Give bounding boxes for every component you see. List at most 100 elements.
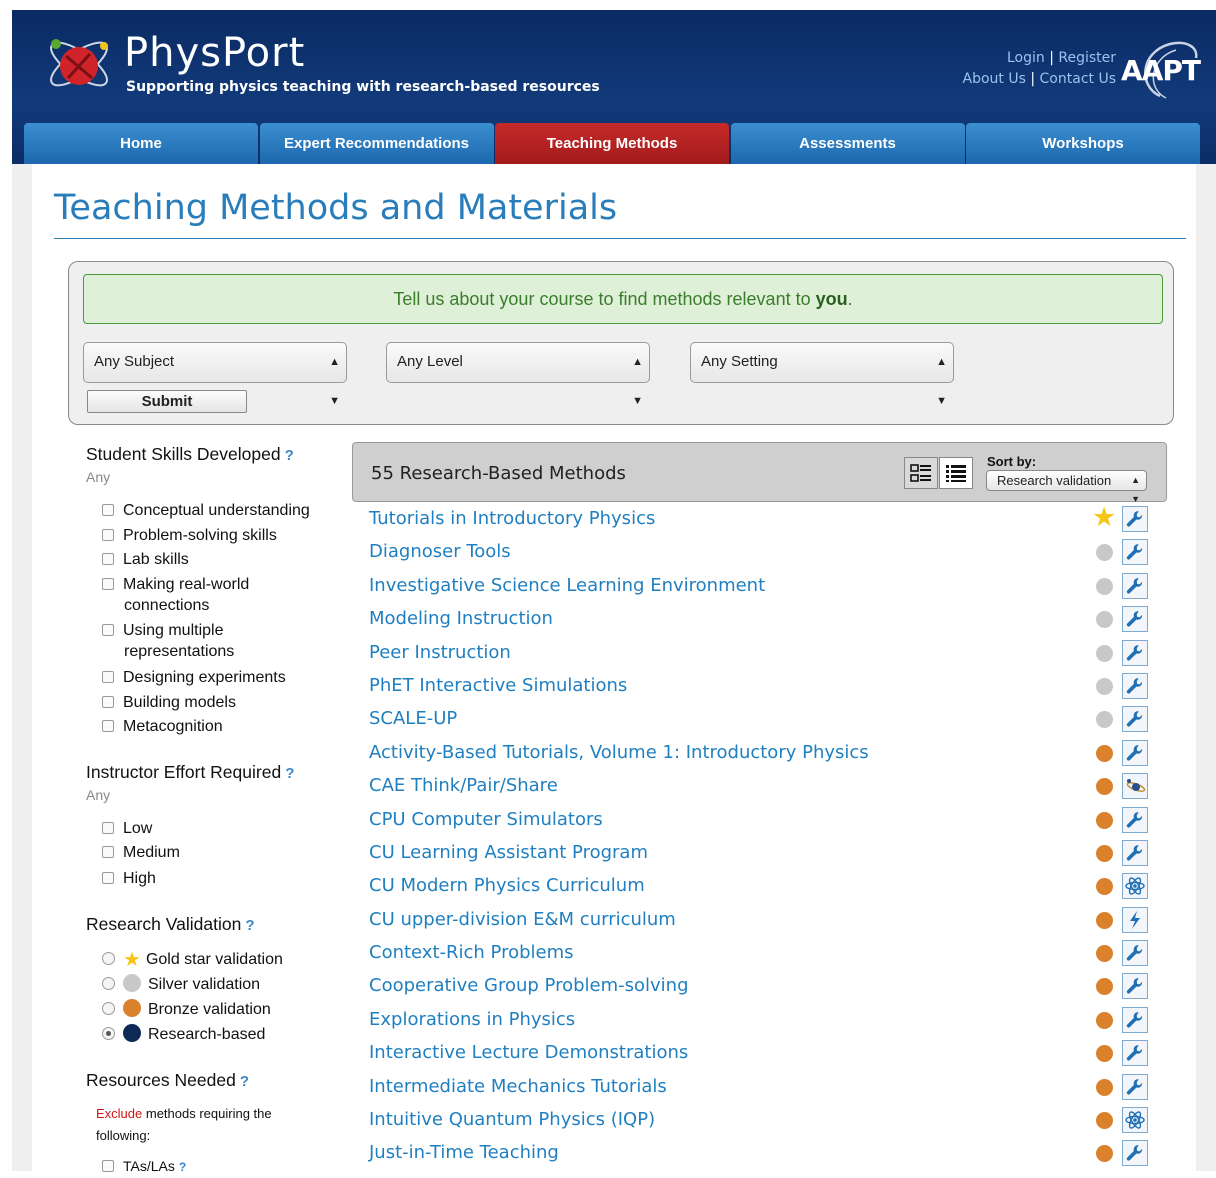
aapt-logo[interactable]: AAPT xyxy=(1121,54,1201,87)
method-list: Tutorials in Introductory Physics ★ Diagno… xyxy=(369,503,1159,1171)
list-view-button[interactable] xyxy=(939,457,973,489)
checkbox[interactable] xyxy=(102,553,114,565)
wrench-icon[interactable] xyxy=(1122,940,1148,967)
method-title-link[interactable]: Intuitive Quantum Physics (IQP) xyxy=(369,1109,655,1130)
checkbox[interactable] xyxy=(102,720,114,732)
wrench-icon[interactable] xyxy=(1122,572,1148,599)
detail-view-button[interactable] xyxy=(904,457,938,489)
validation-option[interactable]: ★ Gold star validation xyxy=(102,949,283,970)
radio-button[interactable] xyxy=(102,977,115,990)
help-icon[interactable]: ? xyxy=(245,917,254,934)
checkbox[interactable] xyxy=(102,671,114,683)
wrench-icon[interactable] xyxy=(1122,606,1148,633)
radio-button[interactable] xyxy=(102,1002,115,1015)
radio-button[interactable] xyxy=(102,952,115,965)
method-title-link[interactable]: CU Modern Physics Curriculum xyxy=(369,875,645,896)
nav-tab-workshops[interactable]: Workshops xyxy=(966,123,1200,164)
resource-option[interactable]: TAs/LAs? xyxy=(102,1156,186,1178)
validation-option[interactable]: Research-based xyxy=(102,1024,265,1045)
method-title-link[interactable]: Activity-Based Tutorials, Volume 1: Intr… xyxy=(369,742,869,763)
nav-tab-teaching-methods[interactable]: Teaching Methods xyxy=(495,123,729,164)
skill-option[interactable]: Lab skills xyxy=(102,549,189,570)
checkbox[interactable] xyxy=(102,529,114,541)
level-select[interactable]: Any Level ▲ ▼ xyxy=(386,342,650,407)
bronze-validation-icon xyxy=(1096,1145,1113,1163)
method-title-link[interactable]: Explorations in Physics xyxy=(369,1009,575,1030)
lightning-icon[interactable] xyxy=(1122,906,1148,933)
wrench-icon[interactable] xyxy=(1122,672,1148,699)
wrench-icon[interactable] xyxy=(1122,706,1148,733)
setting-select-value: Any Setting xyxy=(701,353,778,370)
effort-option[interactable]: Low xyxy=(102,818,152,839)
method-title-link[interactable]: PhET Interactive Simulations xyxy=(369,675,627,696)
wrench-icon[interactable] xyxy=(1122,806,1148,833)
planet-icon[interactable] xyxy=(1122,773,1148,800)
method-title-link[interactable]: Modeling Instruction xyxy=(369,608,553,629)
radio-button-selected[interactable] xyxy=(102,1027,115,1040)
checkbox[interactable] xyxy=(102,696,114,708)
method-title-link[interactable]: CU Learning Assistant Program xyxy=(369,842,648,863)
method-title-link[interactable]: Investigative Science Learning Environme… xyxy=(369,575,765,596)
wrench-icon[interactable] xyxy=(1122,1006,1148,1033)
wrench-icon[interactable] xyxy=(1122,539,1148,566)
about-us-link[interactable]: About Us xyxy=(963,71,1026,87)
skill-option[interactable]: Building models xyxy=(102,692,236,713)
checkbox[interactable] xyxy=(102,578,114,590)
skill-option[interactable]: Designing experiments xyxy=(102,667,286,688)
method-title-link[interactable]: Intermediate Mechanics Tutorials xyxy=(369,1076,667,1097)
skill-option[interactable]: Using multiple representations xyxy=(102,620,234,662)
wrench-icon[interactable] xyxy=(1122,973,1148,1000)
checkbox[interactable] xyxy=(102,504,114,516)
contact-us-link[interactable]: Contact Us xyxy=(1040,71,1116,87)
checkbox[interactable] xyxy=(102,872,114,884)
validation-option[interactable]: Silver validation xyxy=(102,974,260,995)
method-title-link[interactable]: Cooperative Group Problem-solving xyxy=(369,975,689,996)
method-title-link[interactable]: SCALE-UP xyxy=(369,708,457,729)
sort-select[interactable]: Research validation ▲ ▼ xyxy=(986,470,1147,504)
effort-option[interactable]: Medium xyxy=(102,842,180,863)
help-icon[interactable]: ? xyxy=(179,1160,186,1174)
wrench-icon[interactable] xyxy=(1122,739,1148,766)
wrench-icon[interactable] xyxy=(1122,1073,1148,1100)
method-title-link[interactable]: Tutorials in Introductory Physics xyxy=(369,508,655,529)
login-link[interactable]: Login xyxy=(1007,50,1045,66)
checkbox[interactable] xyxy=(102,624,114,636)
help-icon[interactable]: ? xyxy=(240,1073,249,1090)
skill-option[interactable]: Conceptual understanding xyxy=(102,500,310,521)
setting-select[interactable]: Any Setting ▲ ▼ xyxy=(690,342,954,407)
skill-option[interactable]: Making real-world connections xyxy=(102,574,249,616)
planet-glyph xyxy=(1126,779,1146,792)
method-title-link[interactable]: Context-Rich Problems xyxy=(369,942,574,963)
method-title-link[interactable]: Peer Instruction xyxy=(369,642,511,663)
wrench-icon[interactable] xyxy=(1122,506,1148,532)
wrench-icon[interactable] xyxy=(1122,839,1148,866)
nav-tab-home[interactable]: Home xyxy=(24,123,258,164)
nav-tab-expert-recommendations[interactable]: Expert Recommendations xyxy=(259,123,494,164)
wrench-icon[interactable] xyxy=(1122,639,1148,666)
checkbox[interactable] xyxy=(102,846,114,858)
checkbox[interactable] xyxy=(102,1160,114,1172)
wrench-icon[interactable] xyxy=(1122,1040,1148,1067)
method-title-link[interactable]: CPU Computer Simulators xyxy=(369,809,603,830)
validation-option[interactable]: Bronze validation xyxy=(102,999,271,1020)
atom-icon[interactable] xyxy=(1122,873,1148,900)
nav-tab-assessments[interactable]: Assessments xyxy=(730,123,965,164)
help-icon[interactable]: ? xyxy=(285,765,294,782)
atom-icon[interactable] xyxy=(1122,1107,1148,1134)
submit-button[interactable]: Submit xyxy=(87,390,247,413)
method-title-link[interactable]: Interactive Lecture Demonstrations xyxy=(369,1042,688,1063)
subject-select[interactable]: Any Subject ▲ ▼ xyxy=(83,342,347,407)
skill-option[interactable]: Problem-solving skills xyxy=(102,525,277,546)
method-title-link[interactable]: Just-in-Time Teaching xyxy=(369,1142,559,1163)
register-link[interactable]: Register xyxy=(1058,50,1116,66)
skill-option[interactable]: Metacognition xyxy=(102,716,223,737)
method-title-link[interactable]: Diagnoser Tools xyxy=(369,541,511,562)
help-icon[interactable]: ? xyxy=(285,447,294,464)
effort-option[interactable]: High xyxy=(102,868,156,889)
physport-logo-icon[interactable] xyxy=(44,28,114,98)
checkbox[interactable] xyxy=(102,822,114,834)
method-title-link[interactable]: CAE Think/Pair/Share xyxy=(369,775,558,796)
method-title-link[interactable]: CU upper-division E&M curriculum xyxy=(369,909,676,930)
site-title[interactable]: PhysPort xyxy=(124,30,305,76)
wrench-icon[interactable] xyxy=(1122,1140,1148,1167)
